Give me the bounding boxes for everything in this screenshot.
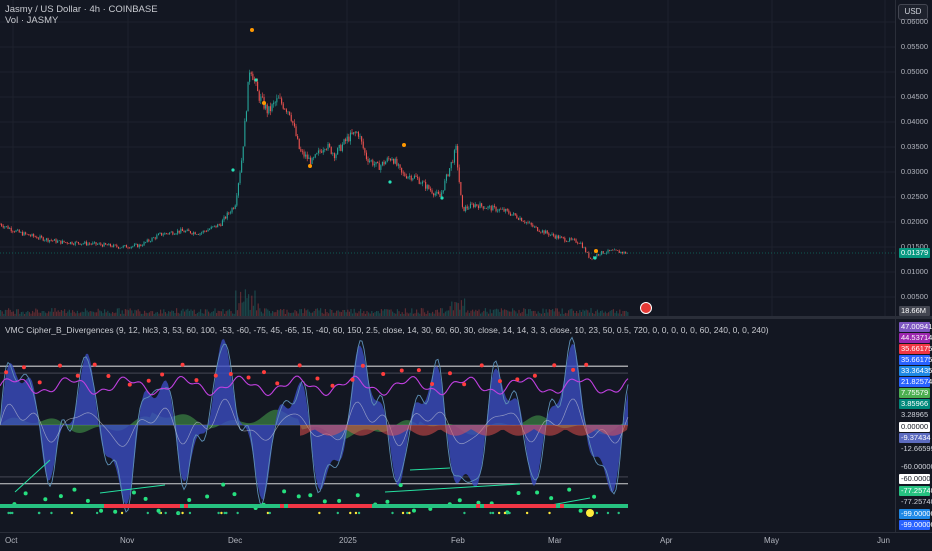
price-tick: 0.05500 bbox=[900, 42, 928, 51]
price-tick: 0.01000 bbox=[900, 267, 928, 276]
indicator-canvas[interactable] bbox=[0, 320, 896, 520]
time-axis-label: Jun bbox=[877, 536, 890, 545]
volume-bars bbox=[0, 289, 629, 316]
indicator-value-tag: 35.66175 bbox=[899, 355, 932, 365]
indicator-pane[interactable]: VMC Cipher_B_Divergences (9, 12, hlc3, 3… bbox=[0, 320, 896, 520]
volume-legend: Vol · JASMY bbox=[5, 15, 59, 26]
price-axis[interactable]: USD 0.06000 0.05500 0.05000 0.04500 0.04000 0… bbox=[895, 0, 932, 316]
indicator-value-tag: 3.85966 bbox=[899, 399, 930, 409]
price-chart-canvas[interactable] bbox=[0, 0, 896, 316]
time-axis-label: 2025 bbox=[339, 536, 357, 545]
price-tick: 0.04500 bbox=[900, 92, 928, 101]
time-axis-label: Nov bbox=[120, 536, 135, 545]
time-axis-label: Feb bbox=[451, 536, 465, 545]
indicator-value-tag: 7.75579 bbox=[899, 388, 930, 398]
symbol-title: Jasmy / US Dollar · 4h · COINBASE bbox=[5, 4, 158, 15]
indicator-value-tag: 33.36435 bbox=[899, 366, 932, 376]
price-chart-pane[interactable]: Jasmy / US Dollar · 4h · COINBASE Vol · … bbox=[0, 0, 896, 316]
tradingview-logo-icon bbox=[640, 302, 652, 314]
indicator-value-tag: -60.00000 bbox=[899, 474, 932, 484]
indicator-value-tag: 3.28965 bbox=[899, 410, 930, 420]
time-axis-label: May bbox=[764, 536, 780, 545]
indicator-value-tag: 35.66175 bbox=[899, 344, 932, 354]
time-axis-label: Dec bbox=[228, 536, 243, 545]
indicator-value-tag: -12.66599 bbox=[899, 444, 932, 454]
price-tick: 0.03500 bbox=[900, 142, 928, 151]
candles bbox=[0, 69, 628, 261]
time-axis[interactable]: Oct Nov Dec 2025 Feb Mar Apr May Jun bbox=[0, 532, 932, 551]
time-axis-label: Mar bbox=[548, 536, 562, 545]
pane-divider[interactable] bbox=[0, 316, 932, 319]
indicator-value-tag: -60.00000 bbox=[899, 462, 932, 472]
indicator-value-tag: -99.00000 bbox=[899, 509, 932, 519]
volume-value-tag: 18.66M bbox=[899, 306, 930, 316]
indicator-value-tag: -77.25740 bbox=[899, 497, 932, 507]
price-tick: 0.00500 bbox=[900, 292, 928, 301]
indicator-value-tag: -77.25740 bbox=[899, 486, 932, 496]
indicator-value-tag: 44.53714 bbox=[899, 333, 932, 343]
last-price-tag: 0.01379 bbox=[899, 248, 930, 258]
indicator-title: VMC Cipher_B_Divergences (9, 12, hlc3, 3… bbox=[5, 325, 769, 335]
price-tick: 0.04000 bbox=[900, 117, 928, 126]
indicator-value-tag: -99.00000 bbox=[899, 520, 932, 530]
price-tick: 0.02000 bbox=[900, 217, 928, 226]
indicator-value-tag: -9.37434 bbox=[899, 433, 931, 443]
indicator-axis[interactable]: 47.00941 44.53714 35.66175 35.66175 33.36435… bbox=[895, 319, 932, 532]
price-tick: 0.03000 bbox=[900, 167, 928, 176]
price-tick: 0.05000 bbox=[900, 67, 928, 76]
indicator-value-tag: 47.00941 bbox=[899, 322, 932, 332]
time-axis-label: Apr bbox=[660, 536, 673, 545]
time-axis-label: Oct bbox=[5, 536, 18, 545]
price-tick: 0.06000 bbox=[900, 17, 928, 26]
indicator-value-tag: 0.00000 bbox=[899, 422, 930, 432]
indicator-value-tag: 21.82574 bbox=[899, 377, 932, 387]
price-tick: 0.02500 bbox=[900, 192, 928, 201]
